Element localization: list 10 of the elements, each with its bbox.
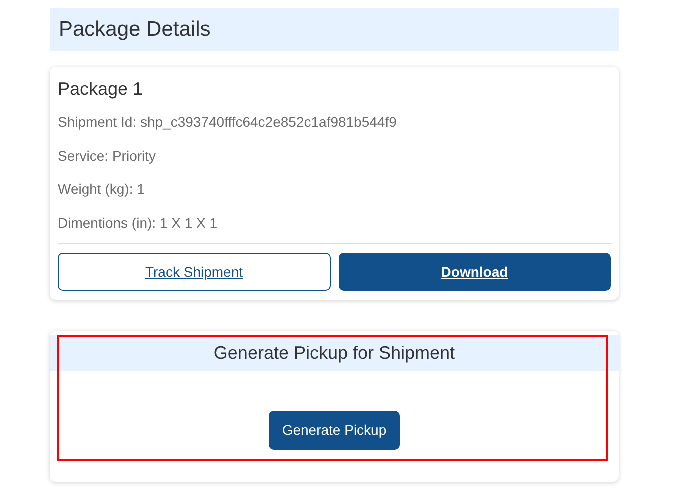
- detail-text: Shipment Id: shp_c393740fffc64c2e852c1af981b544f9: [58, 113, 398, 132]
- pickup-heading: Generate Pickup for Shipment: [50, 335, 619, 372]
- detail-text: Dimentions (in): 1 X 1 X 1: [58, 214, 219, 233]
- track-button[interactable]: Track Shipment: [58, 253, 330, 292]
- page-heading: Package Details: [50, 8, 619, 51]
- detail-text: Service: Priority: [58, 146, 158, 166]
- detail-text: Weight (kg): 1: [58, 180, 146, 200]
- package-title: Package 1: [58, 78, 144, 101]
- generate-pickup-button[interactable]: Generate Pickup: [269, 411, 400, 450]
- download-button[interactable]: Download: [338, 253, 611, 292]
